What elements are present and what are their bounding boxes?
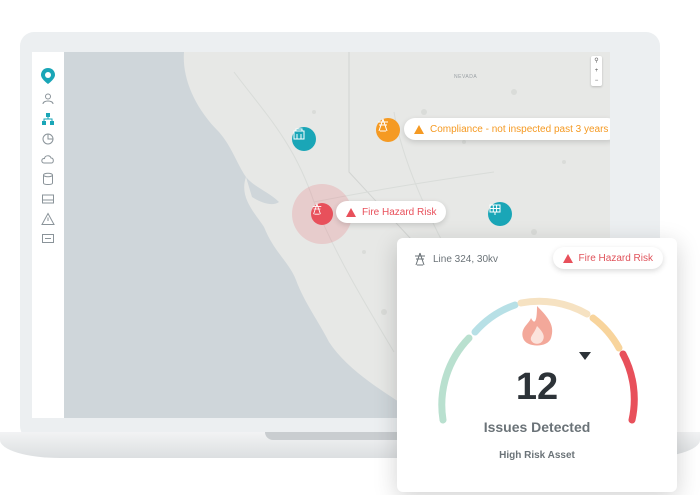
cloud-icon[interactable]: [41, 152, 55, 166]
risk-label: High Risk Asset: [499, 450, 575, 461]
issues-label: Issues Detected: [483, 419, 591, 435]
pie-chart-icon[interactable]: [41, 132, 55, 146]
sidebar: [32, 52, 65, 418]
badge-text: Fire Hazard Risk: [578, 252, 653, 264]
user-icon[interactable]: [41, 92, 55, 106]
solar-panel-icon: [489, 204, 501, 215]
warning-icon: [562, 253, 573, 263]
fire-hazard-badge[interactable]: Fire Hazard Risk: [552, 247, 663, 269]
server-icon[interactable]: [41, 192, 55, 206]
asset-detail-card: Line 324, 30kv Fire Hazard Risk 12 Issue…: [397, 238, 677, 492]
gauge-segment-mid: [517, 297, 591, 318]
fire-hazard-alert-pill[interactable]: Fire Hazard Risk: [336, 201, 447, 223]
substation-icon: [293, 128, 305, 140]
warning-icon: [346, 207, 356, 217]
transmission-tower-icon: [312, 203, 322, 215]
zoom-out-button[interactable]: −: [591, 76, 602, 86]
gauge-segment-low-mid: [471, 301, 519, 336]
search-icon[interactable]: ⚲: [591, 56, 602, 66]
transmission-tower-icon: [378, 118, 388, 132]
database-icon[interactable]: [41, 172, 55, 186]
transmission-tower-icon: [415, 252, 425, 266]
message-icon[interactable]: [41, 232, 55, 246]
issue-count: 12: [515, 366, 559, 408]
zoom-control: ⚲ + −: [591, 56, 602, 86]
fire-hazard-alert-text: Fire Hazard Risk: [362, 206, 437, 218]
compliance-alert-pill[interactable]: Compliance - not inspected past 3 years: [404, 118, 610, 140]
solar-marker[interactable]: [488, 202, 512, 226]
region-label: NEVADA: [454, 74, 478, 80]
compliance-tower-marker[interactable]: [376, 118, 400, 142]
zoom-in-button[interactable]: +: [591, 66, 602, 76]
gauge-segment-high: [589, 314, 623, 352]
warning-icon: [414, 124, 424, 134]
line-label: Line 324, 30kv: [413, 252, 498, 266]
warning-icon[interactable]: [41, 212, 55, 226]
logo-icon[interactable]: [41, 68, 55, 84]
fire-hazard-tower-marker[interactable]: [311, 203, 333, 225]
gauge-pointer: [579, 352, 591, 360]
flame-icon: [522, 306, 553, 346]
line-name: Line 324, 30kv: [433, 253, 499, 265]
risk-gauge: [438, 297, 638, 424]
compliance-alert-text: Compliance - not inspected past 3 years: [430, 123, 609, 135]
laptop-notch: [265, 432, 415, 440]
substation-marker[interactable]: [292, 127, 316, 151]
network-icon[interactable]: [41, 112, 55, 126]
